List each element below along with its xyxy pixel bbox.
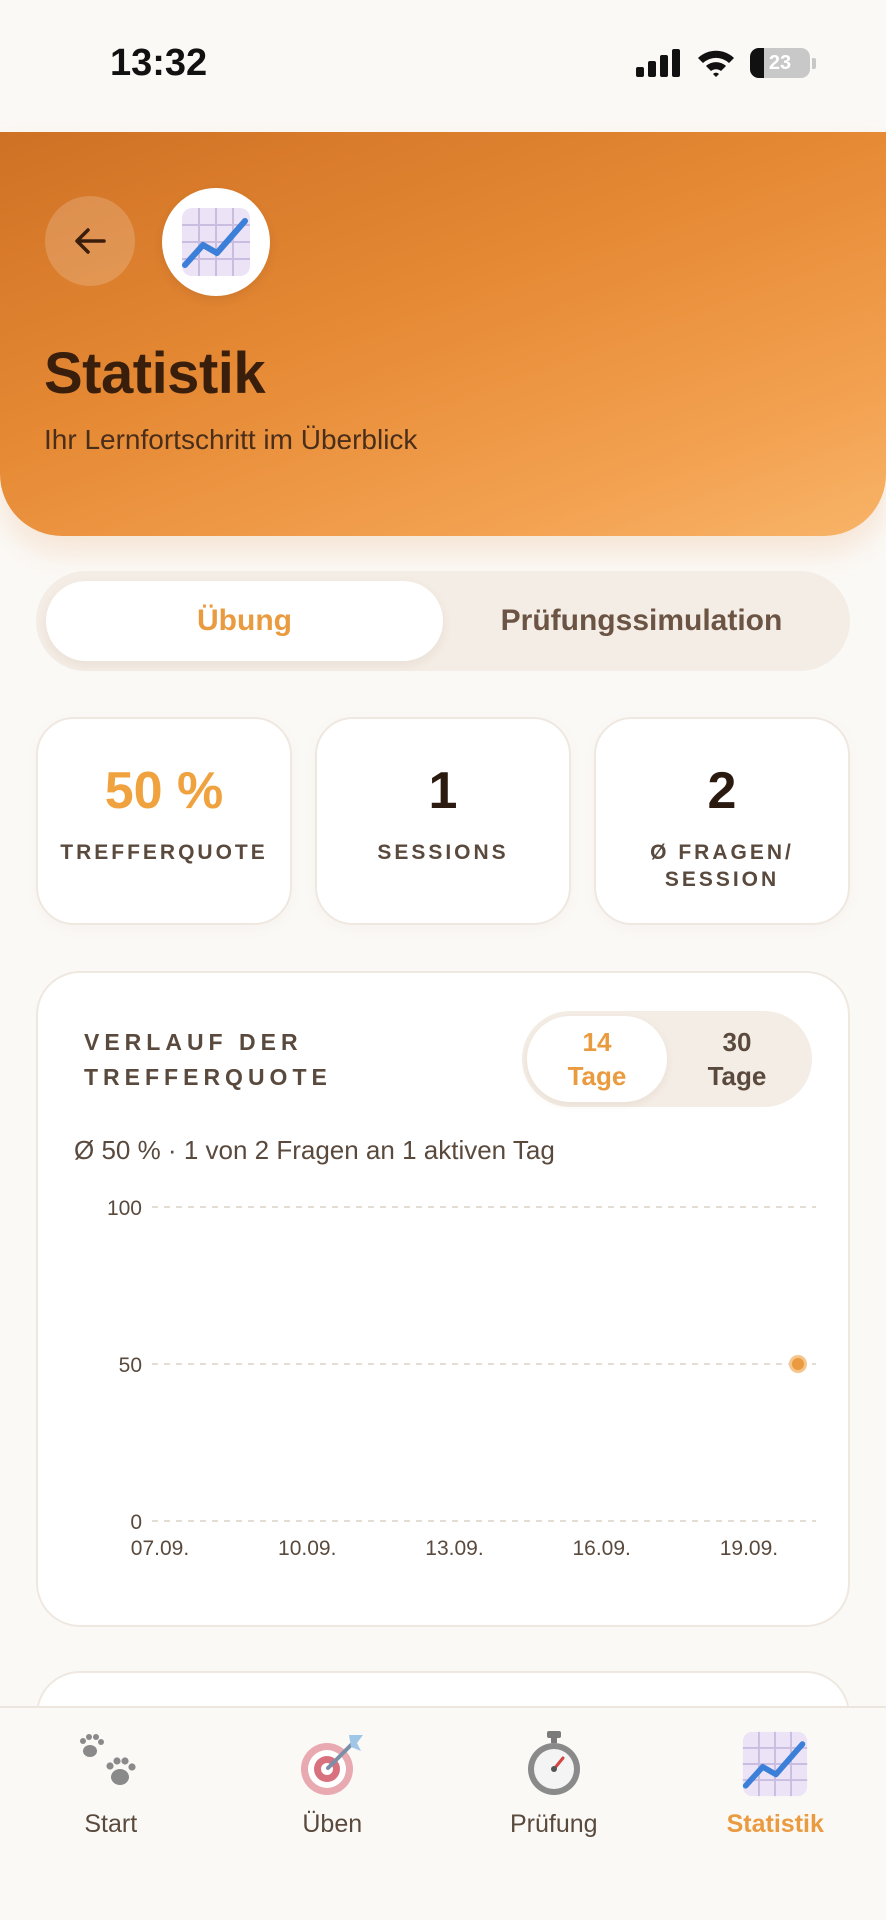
- nav-label: Üben: [302, 1810, 363, 1838]
- target-dart-icon: [294, 1726, 370, 1802]
- battery-level: 23: [768, 51, 792, 74]
- trend-chart-card: VERLAUF DER TREFFERQUOTE 14 Tage 30 Tage…: [36, 971, 850, 1627]
- nav-label: Prüfung: [509, 1810, 598, 1838]
- wifi-icon: [698, 50, 734, 77]
- chart-increasing-icon: [182, 208, 250, 276]
- x-tick-label: 13.09.: [425, 1537, 483, 1560]
- nav-label: Start: [84, 1810, 138, 1838]
- stat-value: 50 %: [104, 762, 224, 820]
- bottom-nav: Start Üben Prüfung Statistik: [0, 1706, 886, 1920]
- tab-uebung[interactable]: Übung: [46, 581, 443, 661]
- y-tick-label: 0: [130, 1511, 142, 1534]
- y-tick-label: 50: [119, 1354, 142, 1377]
- battery-icon: 23: [750, 48, 810, 78]
- nav-label: Statistik: [726, 1810, 824, 1838]
- page-subtitle: Ihr Lernfortschritt im Überblick: [44, 424, 418, 455]
- nav-item-pruefung[interactable]: Prüfung: [443, 1708, 665, 1920]
- stat-label: TREFFERQUOTE: [60, 841, 268, 864]
- nav-item-ueben[interactable]: Üben: [222, 1708, 444, 1920]
- mode-tabs: Übung Prüfungssimulation: [36, 571, 850, 671]
- x-tick-label: 19.09.: [720, 1537, 778, 1560]
- page-title: Statistik: [44, 341, 266, 406]
- status-icons: 23: [636, 48, 816, 78]
- chart-increasing-icon: [737, 1726, 813, 1802]
- back-button[interactable]: [45, 196, 135, 286]
- data-point[interactable]: [792, 1358, 804, 1370]
- stopwatch-icon: [516, 1726, 592, 1802]
- signal-icon: [636, 49, 680, 77]
- stat-label: Ø FRAGEN/ SESSION: [650, 841, 794, 891]
- tab-pruefungssimulation[interactable]: Prüfungssimulation: [443, 581, 840, 661]
- y-tick-label: 100: [107, 1197, 142, 1220]
- stat-card-trefferquote: 50 % TREFFERQUOTE: [36, 717, 292, 925]
- status-time: 13:32: [110, 42, 208, 84]
- x-tick-label: 10.09.: [278, 1537, 336, 1560]
- header-banner: Statistik Ihr Lernfortschritt im Überbli…: [0, 132, 886, 536]
- status-bar: 13:32 23: [0, 0, 886, 132]
- x-tick-label: 07.09.: [131, 1537, 189, 1560]
- stat-value: 2: [707, 762, 737, 820]
- x-tick-label: 16.09.: [572, 1537, 630, 1560]
- battery-tip: [812, 57, 816, 69]
- stat-card-fragen-per-session: 2 Ø FRAGEN/ SESSION: [594, 717, 850, 925]
- paw-prints-icon: [73, 1726, 149, 1802]
- stat-label: SESSIONS: [377, 841, 509, 864]
- nav-item-start[interactable]: Start: [0, 1708, 222, 1920]
- trend-chart: 0 50 100 07.09. 10.09. 13.09. 16.09. 19.09.: [107, 1197, 816, 1560]
- stat-value: 1: [428, 762, 458, 820]
- nav-item-statistik[interactable]: Statistik: [665, 1708, 886, 1920]
- stat-card-sessions: 1 SESSIONS: [315, 717, 571, 925]
- hero-icon-circle: [162, 188, 270, 296]
- arrow-left-icon: [75, 228, 106, 254]
